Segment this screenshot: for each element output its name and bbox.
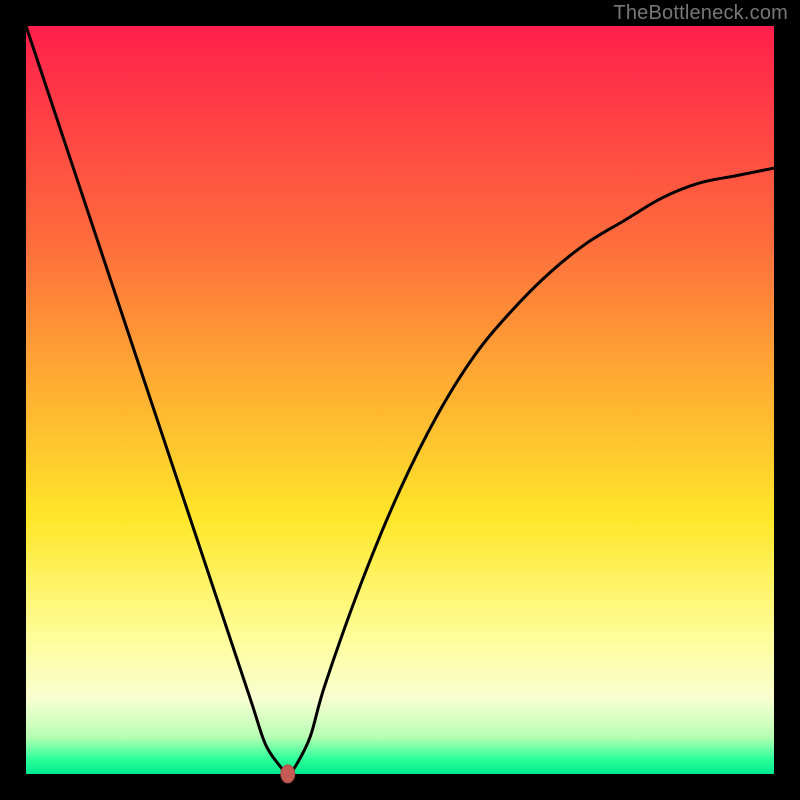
minimum-marker	[281, 765, 295, 783]
watermark-text: TheBottleneck.com	[613, 2, 788, 25]
bottleneck-curve-path	[26, 26, 774, 774]
chart-frame: TheBottleneck.com	[0, 0, 800, 800]
plot-area	[26, 26, 774, 774]
bottleneck-curve-svg	[26, 26, 774, 774]
